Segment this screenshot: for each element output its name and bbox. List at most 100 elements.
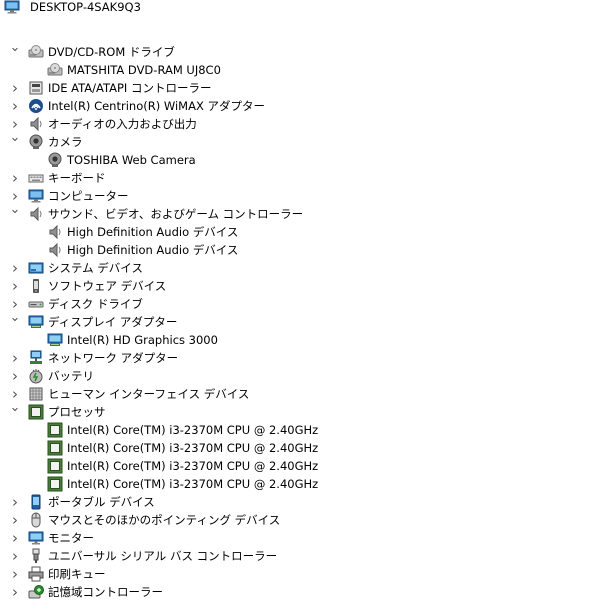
tree-device[interactable]: Intel(R) HD Graphics 3000	[0, 331, 613, 349]
chevron-right-icon[interactable]: ›	[8, 493, 22, 511]
node-label: DESKTOP-4SAK9Q3	[30, 0, 141, 14]
node-label: Intel(R) HD Graphics 3000	[67, 333, 218, 347]
speaker-icon	[47, 242, 63, 258]
chevron-right-icon[interactable]: ›	[8, 565, 22, 583]
node-label: Intel(R) Centrino(R) WiMAX アダプター	[48, 99, 265, 113]
tree-category[interactable]: › キーボード	[0, 169, 613, 187]
tree-device[interactable]: Intel(R) Core(TM) i3-2370M CPU @ 2.40GHz	[0, 475, 613, 493]
node-label: ユニバーサル シリアル バス コントローラー	[48, 549, 278, 563]
processor-icon	[47, 422, 63, 438]
tree-category[interactable]: ⌄ カメラ	[0, 131, 613, 151]
tree-category[interactable]: › 印刷キュー	[0, 565, 613, 583]
tree-category[interactable]: › Intel(R) Centrino(R) WiMAX アダプター	[0, 97, 613, 115]
computer-icon	[28, 188, 44, 204]
tree-root[interactable]: DESKTOP-4SAK9Q3	[0, 0, 613, 16]
node-label: 記憶域コントローラー	[48, 585, 163, 599]
tree-device[interactable]: High Definition Audio デバイス	[0, 241, 613, 259]
tree-device[interactable]: Intel(R) Core(TM) i3-2370M CPU @ 2.40GHz	[0, 421, 613, 439]
tree-category[interactable]: › システム デバイス	[0, 259, 613, 277]
battery-icon	[28, 368, 44, 384]
tree-category[interactable]: › ヒューマン インターフェイス デバイス	[0, 385, 613, 403]
node-label: プロセッサ	[48, 405, 106, 419]
ide-controller-icon	[28, 80, 44, 96]
chevron-right-icon[interactable]: ›	[8, 511, 22, 529]
node-label: 印刷キュー	[48, 567, 106, 581]
node-label: マウスとそのほかのポインティング デバイス	[48, 513, 281, 527]
node-label: High Definition Audio デバイス	[67, 243, 239, 257]
chevron-right-icon[interactable]: ›	[8, 79, 22, 97]
tree-category[interactable]: › ディスク ドライブ	[0, 295, 613, 313]
node-label: サウンド、ビデオ、およびゲーム コントローラー	[48, 207, 304, 221]
disk-drive-icon	[28, 296, 44, 312]
node-label: ディスク ドライブ	[48, 297, 143, 311]
node-label: カメラ	[48, 135, 83, 149]
chevron-right-icon[interactable]: ›	[8, 367, 22, 385]
dvd-drive-icon	[47, 62, 63, 78]
node-label: High Definition Audio デバイス	[67, 225, 239, 239]
node-label: Intel(R) Core(TM) i3-2370M CPU @ 2.40GHz	[67, 423, 319, 437]
chevron-down-icon[interactable]: ⌄	[8, 203, 22, 223]
chevron-right-icon[interactable]: ›	[8, 169, 22, 187]
device-tree[interactable]: DESKTOP-4SAK9Q3 ⌄ DVD/CD-ROM ドライブ MATSHITA …	[0, 0, 613, 613]
chevron-right-icon[interactable]: ›	[8, 529, 22, 547]
tree-category[interactable]: › マウスとそのほかのポインティング デバイス	[0, 511, 613, 529]
tree-device[interactable]: High Definition Audio デバイス	[0, 223, 613, 241]
tree-category[interactable]: › オーディオの入力および出力	[0, 115, 613, 133]
speaker-icon	[47, 224, 63, 240]
hid-icon	[28, 386, 44, 402]
printer-icon	[28, 566, 44, 582]
tree-category[interactable]: › ネットワーク アダプター	[0, 349, 613, 367]
chevron-right-icon[interactable]: ›	[8, 259, 22, 277]
tree-device[interactable]: Intel(R) Core(TM) i3-2370M CPU @ 2.40GHz	[0, 457, 613, 475]
chevron-right-icon[interactable]: ›	[8, 547, 22, 565]
tree-category[interactable]: › ユニバーサル シリアル バス コントローラー	[0, 547, 613, 565]
tree-device[interactable]: Intel(R) Core(TM) i3-2370M CPU @ 2.40GHz	[0, 439, 613, 457]
chevron-down-icon[interactable]: ⌄	[8, 131, 22, 151]
display-adapter-icon	[47, 332, 63, 348]
chevron-down-icon[interactable]: ⌄	[8, 401, 22, 421]
node-label: ヒューマン インターフェイス デバイス	[48, 387, 250, 401]
node-label: バッテリ	[48, 369, 94, 383]
node-label: Intel(R) Core(TM) i3-2370M CPU @ 2.40GHz	[67, 477, 319, 491]
tree-category[interactable]: › 記憶域コントローラー	[0, 583, 613, 601]
software-device-icon	[28, 278, 44, 294]
system-device-icon	[28, 260, 44, 276]
tree-category[interactable]: › モニター	[0, 529, 613, 547]
tree-category[interactable]: ⌄ ディスプレイ アダプター	[0, 311, 613, 331]
node-label: ネットワーク アダプター	[48, 351, 179, 365]
tree-device[interactable]: TOSHIBA Web Camera	[0, 151, 613, 169]
speaker-icon	[28, 116, 44, 132]
processor-icon	[47, 440, 63, 456]
chevron-right-icon[interactable]: ›	[8, 349, 22, 367]
processor-icon	[28, 404, 44, 420]
tree-category[interactable]: ⌄ サウンド、ビデオ、およびゲーム コントローラー	[0, 203, 613, 223]
tree-device[interactable]: MATSHITA DVD-RAM UJ8C0	[0, 61, 613, 79]
tree-category[interactable]: › IDE ATA/ATAPI コントローラー	[0, 79, 613, 97]
chevron-down-icon[interactable]: ⌄	[8, 311, 22, 331]
node-label: キーボード	[48, 171, 106, 185]
wimax-icon	[28, 98, 44, 114]
tree-category[interactable]: › ポータブル デバイス	[0, 493, 613, 511]
chevron-down-icon[interactable]: ⌄	[8, 41, 22, 61]
node-label: IDE ATA/ATAPI コントローラー	[48, 81, 212, 95]
tree-category[interactable]: › バッテリ	[0, 367, 613, 385]
node-label: MATSHITA DVD-RAM UJ8C0	[67, 63, 221, 77]
computer-icon	[4, 0, 20, 15]
tree-category[interactable]: ⌄ DVD/CD-ROM ドライブ	[0, 41, 613, 61]
keyboard-icon	[28, 170, 44, 186]
node-label: ソフトウェア デバイス	[48, 279, 167, 293]
node-label: ディスプレイ アダプター	[48, 315, 178, 329]
chevron-right-icon[interactable]: ›	[8, 277, 22, 295]
dvd-drive-icon	[28, 44, 44, 60]
tree-category[interactable]: › ソフトウェア デバイス	[0, 277, 613, 295]
tree-category[interactable]: ⌄ プロセッサ	[0, 401, 613, 421]
node-label: Intel(R) Core(TM) i3-2370M CPU @ 2.40GHz	[67, 459, 319, 473]
chevron-right-icon[interactable]: ›	[8, 97, 22, 115]
node-label: システム デバイス	[48, 261, 143, 275]
node-label: DVD/CD-ROM ドライブ	[48, 45, 175, 59]
storage-controller-icon	[28, 584, 44, 600]
chevron-right-icon[interactable]: ›	[8, 583, 22, 601]
node-label: モニター	[48, 531, 94, 545]
tree-category[interactable]: › コンピューター	[0, 187, 613, 205]
mouse-icon	[28, 512, 44, 528]
